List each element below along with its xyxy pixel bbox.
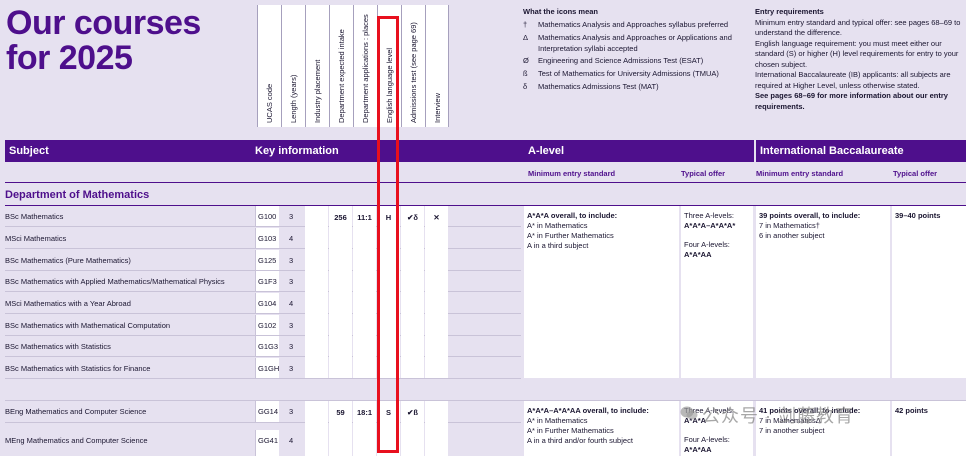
ratio-cell: 18:1 (353, 401, 376, 456)
ib-typ-cell: 42 points (892, 401, 966, 456)
column-header-length: Length (years) (281, 5, 305, 127)
admissions-test-cell: ✔ß (401, 401, 424, 456)
column-header-interview: Interview (425, 5, 449, 127)
subheader-a-min: Minimum entry standard (528, 169, 616, 178)
subheader-a-typ: Typical offer (681, 169, 726, 178)
admissions-test-cell: ✔δ (401, 206, 424, 378)
placement-cell (305, 401, 328, 456)
column-header-applications: Department applications : places (353, 5, 377, 127)
course-page: Our courses for 2025 UCAS code Length (y… (0, 0, 966, 456)
english-level-highlight (377, 16, 399, 453)
page-title: Our courses for 2025 (6, 4, 201, 77)
placement-cell (305, 206, 328, 378)
subheader-ib-min: Minimum entry standard (756, 169, 844, 178)
intake-cell: 59 (329, 401, 352, 456)
legend-title: What the icons mean (523, 7, 599, 16)
wechat-icon (680, 406, 698, 420)
column-header-ucas: UCAS code (257, 5, 281, 127)
ib-min-cell: 39 points overall, to include: 7 in Math… (756, 206, 890, 378)
interview-cell (425, 401, 448, 456)
header-subject: Subject (9, 145, 49, 157)
header-ib: International Baccalaureate (760, 145, 904, 157)
column-header-placement: Industry placement (305, 5, 329, 127)
column-header-admissions-test: Admissions test (see page 69) (401, 5, 425, 127)
header-key-information: Key information (255, 145, 339, 157)
a-level-min-cell: A*A*A–A*A*AA overall, to include: A* in … (524, 401, 679, 456)
ib-typ-cell: 39–40 points (892, 206, 966, 378)
header-a-level: A-level (528, 145, 565, 157)
interview-cell: ✕ (425, 206, 448, 378)
table-header: Subject Key information A-level Internat… (5, 140, 966, 162)
subheader-ib-typ: Typical offer (893, 169, 938, 178)
department-title: Department of Mathematics (5, 189, 150, 201)
column-header-intake: Department expected intake (329, 5, 353, 127)
intake-cell: 256 (329, 206, 352, 378)
ratio-cell: 11:1 (353, 206, 376, 378)
a-level-typ-cell: Three A-levels: A*A*A–A*A*A* Four A-leve… (681, 206, 753, 378)
entry-requirements: Entry requirements Minimum entry standar… (755, 7, 961, 111)
watermark: 公众号 · 剑藤教育 (702, 406, 854, 426)
a-level-min-cell: A*A*A overall, to include: A* in Mathema… (524, 206, 679, 378)
